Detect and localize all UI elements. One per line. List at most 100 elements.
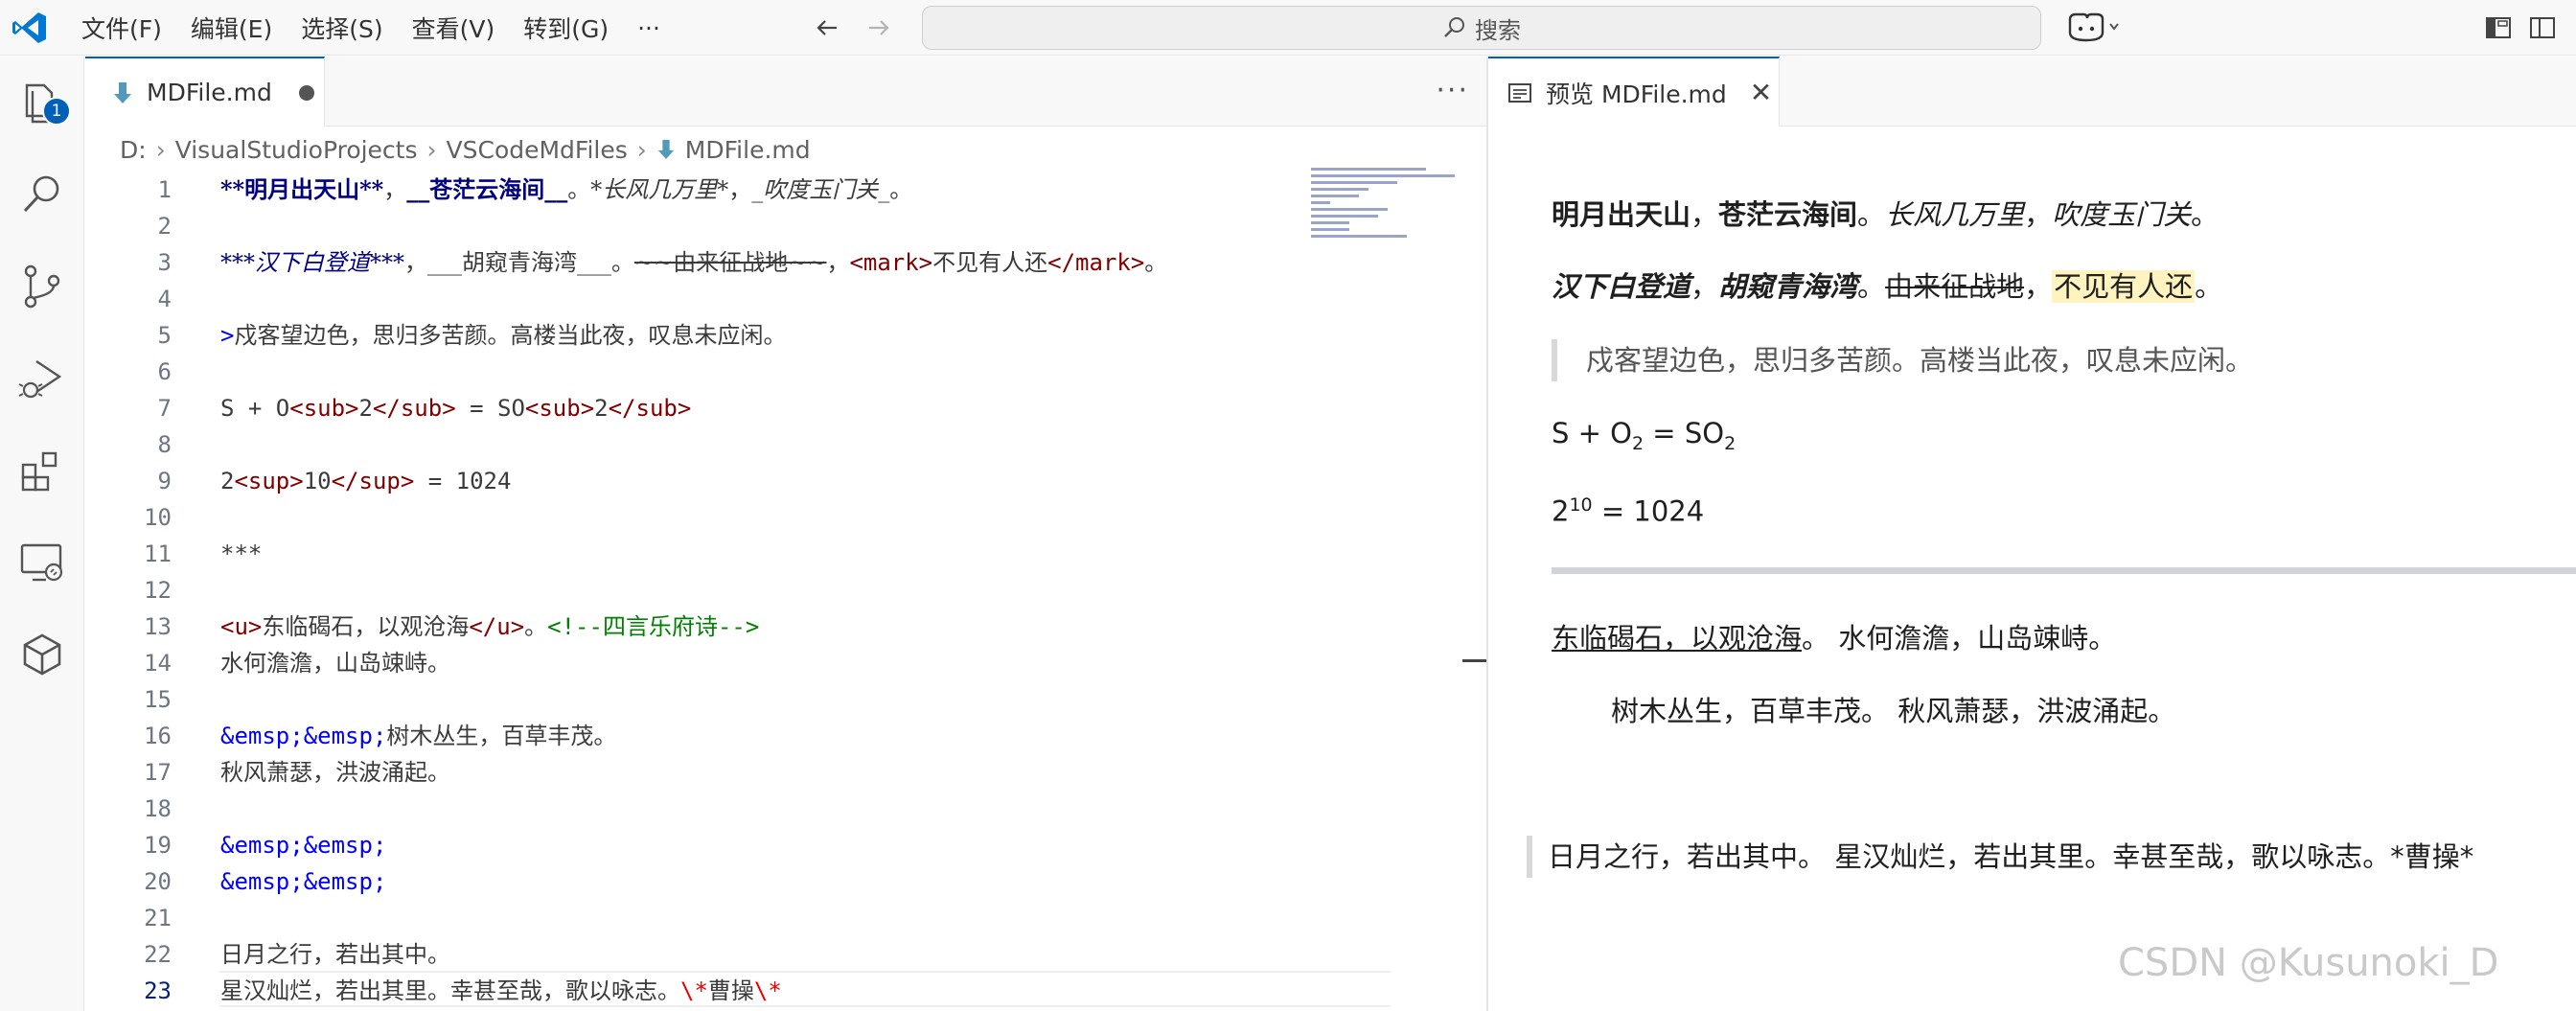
command-center-search[interactable]: 搜索 [922, 6, 2041, 50]
preview-text: = SO [1644, 417, 1725, 449]
preview-text: 。 [1857, 198, 1886, 231]
menu-view[interactable]: 查看(V) [398, 11, 510, 45]
code-text: ， [383, 176, 407, 203]
md-italic: *长风几万里* [590, 176, 729, 203]
code-text: 树木丛生，百草丰茂。 [386, 723, 617, 749]
vscode-logo-icon[interactable] [12, 10, 48, 46]
code-text: ， [404, 249, 427, 276]
line-number: 9 [157, 468, 172, 494]
extensions-icon[interactable] [17, 446, 67, 495]
code-text: 。 [889, 176, 913, 203]
line-number: 1 [157, 176, 172, 203]
md-strikethrough: ~~由来征战地~~ [634, 249, 827, 276]
preview-text: S + O [1552, 417, 1632, 449]
preview-blockquote-1: 戍客望边色，思归多苦颜。高楼当此夜，叹息未应闲。 [1552, 339, 2253, 381]
menu-selection[interactable]: 选择(S) [287, 11, 397, 45]
preview-text: ， [2024, 270, 2053, 303]
more-actions-button[interactable]: ··· [1436, 74, 1469, 107]
breadcrumb-chevron-icon: › [636, 135, 647, 164]
explorer-icon[interactable]: 1 [17, 78, 71, 127]
preview-text: 。 [2191, 198, 2220, 231]
line-number: 11 [144, 540, 172, 567]
title-bar: 文件(F) 编辑(E) 选择(S) 查看(V) 转到(G) ··· 搜索 [0, 0, 2576, 56]
breadcrumb-folder[interactable]: VisualStudioProjects [175, 136, 418, 164]
menu-file[interactable]: 文件(F) [67, 11, 176, 45]
preview-highlight: 不见有人还 [2052, 270, 2196, 303]
preview-italic: 长风几万里 [1885, 198, 2025, 231]
preview-tab[interactable]: 预览 MDFile.md ✕ [1488, 57, 1780, 126]
html-tag: <sup> [234, 468, 304, 494]
breadcrumb-file[interactable]: MDFile.md [685, 136, 811, 164]
activity-bar: 1 [0, 57, 84, 1011]
minimap[interactable] [1311, 168, 1464, 264]
preview-text: ， [1690, 270, 1719, 303]
preview-paragraph-3: 东临碣石，以观沧海。 水何澹澹，山岛竦峙。 [1552, 619, 2116, 657]
preview-icon [1508, 82, 1531, 103]
remote-explorer-icon[interactable] [17, 538, 67, 587]
preview-paragraph-4: 树木丛生，百草丰茂。 秋风萧瑟，洪波涌起。 [1611, 695, 2176, 727]
navigation-arrows [813, 13, 893, 42]
preview-text: = 1024 [1592, 494, 1705, 528]
run-debug-icon[interactable] [17, 354, 67, 403]
preview-subscript: 2 [1724, 432, 1736, 454]
code-text: 东临碣石，以观沧海 [262, 613, 470, 640]
code-editor[interactable]: 1 2 3 4 5 6 7 8 9 10 11 12 13 14 15 16 1… [85, 172, 1486, 1011]
close-icon[interactable]: ✕ [1750, 77, 1772, 108]
code-text: ， [728, 176, 752, 203]
line-number: 21 [144, 905, 172, 931]
line-number: 16 [144, 723, 172, 749]
editor-tab-mdfile[interactable]: MDFile.md [85, 57, 325, 126]
line-number: 20 [144, 868, 172, 895]
breadcrumb-subfolder[interactable]: VSCodeMdFiles [447, 136, 628, 164]
code-text: ， [826, 249, 850, 276]
preview-paragraph-2: 汉下白登道，胡窥青海湾。由来征战地，不见有人还。 [1552, 267, 2222, 306]
line-number: 17 [144, 759, 172, 786]
breadcrumb-chevron-icon: › [426, 135, 437, 164]
code-line-5: >戍客望边色，思归多苦颜。高楼当此夜，叹息未应闲。 [220, 317, 786, 354]
menu-go[interactable]: 转到(G) [509, 11, 623, 45]
explorer-badge: 1 [42, 97, 71, 126]
markdown-file-icon [657, 140, 674, 159]
html-entity: &emsp;&emsp; [220, 723, 387, 749]
editor-tab-bar: MDFile.md ··· [85, 57, 1486, 126]
preview-text: ， [2024, 198, 2053, 231]
code-line-9: 2<sup>10</sup> = 1024 [220, 463, 511, 499]
code-text: S + O [220, 395, 290, 422]
html-comment: <!--四言乐府诗--> [547, 613, 760, 640]
preview-blockquote-2: 日月之行，若出其中。 星汉灿烂，若出其里。幸甚至哉，歌以咏志。*曹操* [1527, 836, 2473, 878]
html-tag: </mark> [1047, 249, 1145, 276]
preview-text: 2 [1552, 494, 1570, 528]
menu-edit[interactable]: 编辑(E) [176, 11, 287, 45]
preview-bold: 苍茫云海间 [1718, 198, 1858, 231]
preview-italic: 吹度玉门关 [2052, 198, 2192, 231]
breadcrumb-drive[interactable]: D: [120, 136, 147, 164]
line-number: 10 [144, 504, 172, 531]
copilot-icon[interactable] [2064, 11, 2122, 44]
scrollbar-cursor-marker[interactable] [1462, 659, 1486, 662]
code-line-7: S + O<sub>2</sub> = SO<sub>2</sub> [220, 390, 691, 426]
code-line-13: <u>东临碣石，以观沧海</u>。<!--四言乐府诗--> [220, 609, 759, 645]
html-tag: <sub> [289, 395, 359, 422]
unsaved-dot-icon[interactable] [298, 84, 314, 101]
code-text: 曹操 [707, 977, 754, 1004]
back-arrow-icon[interactable] [813, 13, 841, 42]
forward-arrow-icon[interactable] [864, 13, 893, 42]
code-text: 10 [303, 468, 332, 494]
search-view-icon[interactable] [17, 170, 67, 219]
html-tag: </u> [469, 613, 525, 640]
preview-text: ， [1690, 198, 1719, 231]
menu-more[interactable]: ··· [623, 14, 675, 42]
source-control-icon[interactable] [17, 262, 67, 311]
preview-formula-1: S + O2 = SO2 [1552, 414, 1736, 463]
preview-bold-italic: 胡窥青海湾 [1718, 270, 1858, 303]
line-number: 19 [144, 832, 172, 859]
html-tag: <sub> [524, 395, 595, 422]
md-underscore-bold: ___胡窥青海湾___ [427, 249, 611, 276]
preview-text: 。 水何澹澹，山岛竦峙。 [1802, 622, 2117, 655]
md-escape: \* [680, 977, 708, 1004]
menu-bar: 文件(F) 编辑(E) 选择(S) 查看(V) 转到(G) ··· [67, 0, 675, 56]
layout-sidebar-icon[interactable] [2484, 11, 2513, 44]
layout-panel-icon[interactable] [2528, 11, 2557, 44]
md-bold: **明月出天山** [220, 175, 384, 203]
copilot-chat-icon[interactable] [17, 630, 67, 679]
